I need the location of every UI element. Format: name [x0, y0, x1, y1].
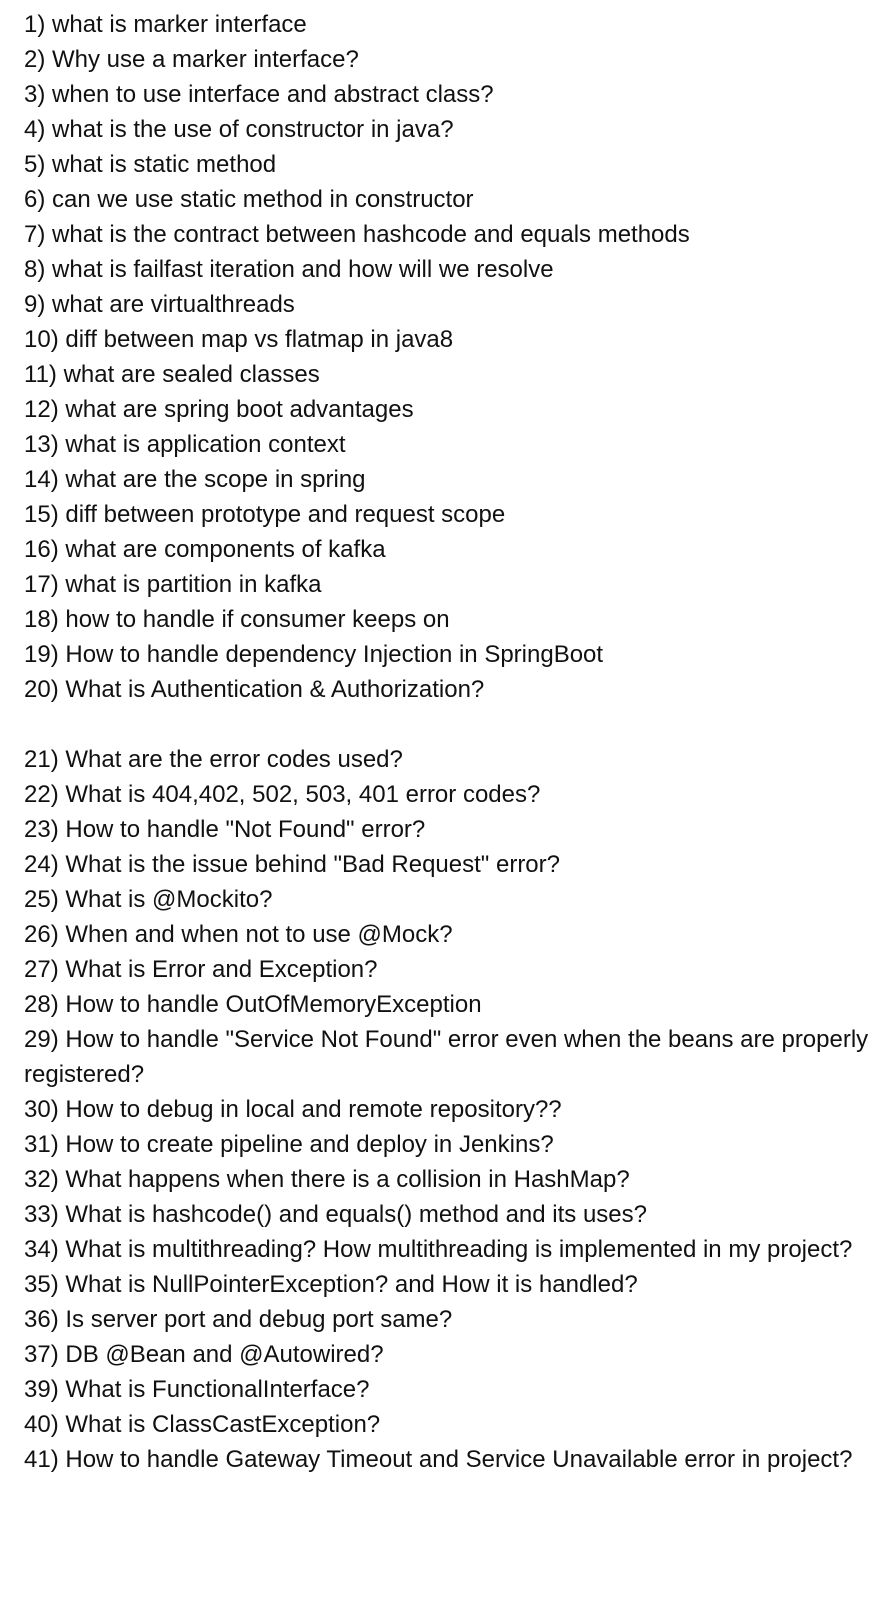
question-item: 13) what is application context	[24, 431, 346, 458]
question-item: 3) when to use interface and abstract cl…	[24, 81, 494, 108]
question-list-part-2: 21) What are the error codes used? 22) W…	[24, 742, 875, 1477]
question-list-part-1: 1) what is marker interface 2) Why use a…	[24, 7, 875, 707]
question-item: 2) Why use a marker interface?	[24, 46, 359, 73]
question-item: 29) How to handle "Service Not Found" er…	[24, 1026, 869, 1088]
question-item: 8) what is failfast iteration and how wi…	[24, 256, 554, 283]
question-item: 34) What is multithreading? How multithr…	[24, 1236, 853, 1263]
question-item: 6) can we use static method in construct…	[24, 186, 474, 213]
question-item: 33) What is hashcode() and equals() meth…	[24, 1201, 648, 1228]
question-item: 9) what are virtualthreads	[24, 291, 295, 318]
question-item: 5) what is static method	[24, 151, 277, 178]
question-item: 39) What is FunctionalInterface?	[24, 1376, 370, 1403]
question-item: 30) How to debug in local and remote rep…	[24, 1096, 562, 1123]
question-item: 36) Is server port and debug port same?	[24, 1306, 453, 1333]
question-list-document: 1) what is marker interface 2) Why use a…	[0, 0, 895, 1600]
question-item: 40) What is ClassCastException?	[24, 1411, 381, 1438]
question-item: 28) How to handle OutOfMemoryException	[24, 991, 482, 1018]
question-item: 18) how to handle if consumer keeps on	[24, 606, 450, 633]
question-item: 14) what are the scope in spring	[24, 466, 366, 493]
question-item: 23) How to handle "Not Found" error?	[24, 816, 426, 843]
question-item: 4) what is the use of constructor in jav…	[24, 116, 454, 143]
question-item: 25) What is @Mockito?	[24, 886, 273, 913]
question-item: 12) what are spring boot advantages	[24, 396, 414, 423]
question-item: 37) DB @Bean and @Autowired?	[24, 1341, 384, 1368]
question-item: 10) diff between map vs flatmap in java8	[24, 326, 454, 353]
question-item: 24) What is the issue behind "Bad Reques…	[24, 851, 560, 878]
question-item: 22) What is 404,402, 502, 503, 401 error…	[24, 781, 541, 808]
question-item: 16) what are components of kafka	[24, 536, 386, 563]
question-item: 27) What is Error and Exception?	[24, 956, 378, 983]
question-item: 1) what is marker interface	[24, 11, 307, 38]
question-item: 26) When and when not to use @Mock?	[24, 921, 453, 948]
question-item: 21) What are the error codes used?	[24, 746, 403, 773]
question-item: 11) what are sealed classes	[24, 361, 320, 388]
question-item: 41) How to handle Gateway Timeout and Se…	[24, 1446, 853, 1473]
question-item: 20) What is Authentication & Authorizati…	[24, 676, 485, 703]
question-item: 31) How to create pipeline and deploy in…	[24, 1131, 554, 1158]
question-item: 17) what is partition in kafka	[24, 571, 322, 598]
question-item: 19) How to handle dependency Injection i…	[24, 641, 604, 668]
question-item: 32) What happens when there is a collisi…	[24, 1166, 630, 1193]
question-item: 7) what is the contract between hashcode…	[24, 221, 690, 248]
question-item: 15) diff between prototype and request s…	[24, 501, 506, 528]
question-item: 35) What is NullPointerException? and Ho…	[24, 1271, 638, 1298]
